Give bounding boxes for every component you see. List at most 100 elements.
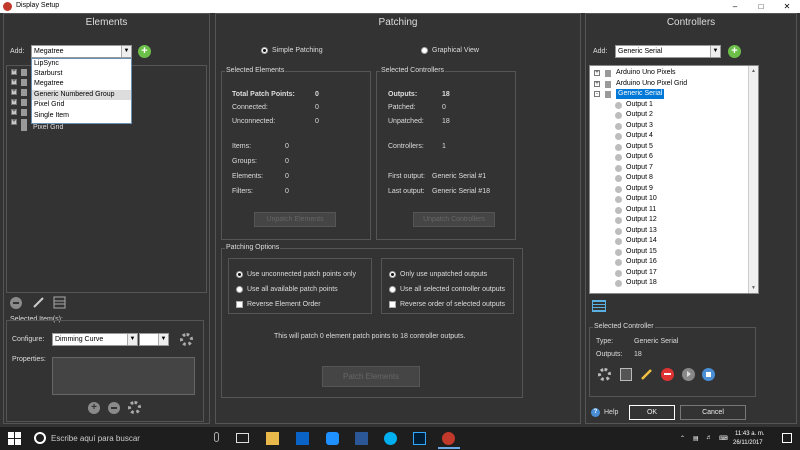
reverse-element-order-checkbox[interactable]	[236, 301, 243, 308]
output-tree-item[interactable]: Output 6	[626, 152, 653, 162]
close-button[interactable]: ✕	[774, 0, 800, 13]
chevron-down-icon[interactable]: ▼	[127, 334, 137, 345]
reverse-element-order-label[interactable]: Reverse Element Order	[247, 301, 321, 308]
all-available-label[interactable]: Use all available patch points	[247, 286, 338, 293]
output-tree-item[interactable]: Output 5	[626, 142, 653, 152]
scrollbar[interactable]: ▲ ▼	[748, 66, 758, 293]
controllers-tree[interactable]: ▲ ▼ + Arduino Uno Pixels + Arduino Uno Pixe…	[589, 65, 759, 294]
notifications-icon[interactable]	[782, 433, 792, 443]
expand-icon[interactable]: +	[11, 79, 17, 85]
dropdown-option[interactable]: Generic Numbered Group	[32, 90, 131, 100]
dropdown-option[interactable]: Pixel Grid	[32, 100, 131, 110]
all-selected-outputs-label[interactable]: Use all selected controller outputs	[400, 286, 505, 293]
edge-icon[interactable]	[326, 432, 339, 445]
pencil-icon[interactable]	[32, 296, 45, 309]
minimize-button[interactable]: –	[722, 0, 748, 13]
network-icon[interactable]: ▤	[693, 435, 699, 442]
expand-icon[interactable]: -	[594, 91, 600, 97]
controller-tree-item[interactable]: Generic Serial	[616, 89, 665, 99]
output-tree-item[interactable]: Output 14	[626, 236, 657, 246]
output-tree-item[interactable]: Output 2	[626, 110, 653, 120]
expand-icon[interactable]: +	[11, 119, 17, 125]
windows-start-icon[interactable]	[8, 432, 21, 445]
stop-icon[interactable]	[702, 368, 715, 381]
controllers-add-button[interactable]: +	[728, 45, 741, 58]
controller-tree-item[interactable]: Arduino Uno Pixel Grid	[616, 79, 687, 89]
gear-icon[interactable]	[128, 401, 141, 414]
all-available-radio[interactable]	[236, 286, 243, 293]
unpatch-controllers-button[interactable]: Unpatch Controllers	[413, 212, 495, 227]
output-tree-item[interactable]: Output 16	[626, 257, 657, 267]
configure-select[interactable]: Dimming Curve ▼	[52, 333, 138, 346]
configure-secondary-select[interactable]: ▼	[139, 333, 169, 346]
maximize-button[interactable]: □	[748, 0, 774, 13]
output-tree-item[interactable]: Output 18	[626, 278, 657, 288]
grid-icon[interactable]	[53, 296, 66, 309]
output-tree-item[interactable]: Output 9	[626, 184, 653, 194]
controllers-add-select[interactable]: Generic Serial ▼	[615, 45, 721, 58]
expand-icon[interactable]: +	[11, 69, 17, 75]
elements-add-select[interactable]: Megatree ▼	[31, 45, 132, 58]
clock-time[interactable]: 11:43 a. m.	[735, 431, 765, 437]
pencil-icon[interactable]	[640, 368, 653, 381]
chevron-down-icon[interactable]: ▼	[121, 46, 131, 57]
patch-elements-button[interactable]: Patch Elements	[322, 366, 420, 387]
reverse-outputs-label[interactable]: Reverse order of selected outputs	[400, 301, 505, 308]
simple-patching-radio[interactable]	[261, 47, 268, 54]
expand-icon[interactable]: +	[594, 70, 600, 76]
simple-patching-label[interactable]: Simple Patching	[272, 47, 323, 54]
reverse-outputs-checkbox[interactable]	[389, 301, 396, 308]
dropdown-option[interactable]: Starburst	[32, 69, 131, 79]
dropdown-option[interactable]: Megatree	[32, 79, 131, 89]
cancel-button[interactable]: Cancel	[680, 405, 746, 420]
cortana-icon[interactable]	[34, 432, 46, 444]
chevron-down-icon[interactable]: ▼	[710, 46, 720, 57]
all-selected-outputs-radio[interactable]	[389, 286, 396, 293]
photoshop-icon[interactable]	[413, 432, 426, 445]
expand-icon[interactable]: +	[11, 109, 17, 115]
gear-icon[interactable]	[598, 368, 611, 381]
tray-chevron-icon[interactable]: ⌃	[680, 435, 685, 442]
unconnected-only-label[interactable]: Use unconnected patch points only	[247, 271, 356, 278]
output-tree-item[interactable]: Output 12	[626, 215, 657, 225]
help-icon[interactable]: ?	[591, 408, 600, 417]
remove-property-icon[interactable]	[108, 402, 120, 414]
output-tree-item[interactable]: Output 13	[626, 226, 657, 236]
output-tree-item[interactable]: Output 15	[626, 247, 657, 257]
output-tree-item[interactable]: Output 8	[626, 173, 653, 183]
graphical-view-radio[interactable]	[421, 47, 428, 54]
taskbar-search[interactable]: Escribe aquí para buscar	[51, 434, 140, 443]
controller-tree-item[interactable]: Arduino Uno Pixels	[616, 68, 676, 78]
expand-icon[interactable]: +	[594, 80, 600, 87]
ok-button[interactable]: OK	[629, 405, 675, 420]
output-tree-item[interactable]: Output 1	[626, 100, 653, 110]
delete-icon[interactable]	[10, 297, 22, 309]
gear-icon[interactable]	[180, 333, 193, 346]
vixen-app-icon[interactable]	[442, 432, 455, 445]
unpatched-only-radio[interactable]	[389, 271, 396, 278]
dropdown-option[interactable]: Single Item	[32, 111, 131, 121]
unpatch-elements-button[interactable]: Unpatch Elements	[254, 212, 336, 227]
expand-icon[interactable]: +	[11, 89, 17, 95]
document-icon[interactable]	[620, 368, 632, 381]
controller-grid-icon[interactable]	[592, 300, 606, 312]
output-tree-item[interactable]: Output 3	[626, 121, 653, 131]
add-property-icon[interactable]: +	[88, 402, 100, 414]
skype-icon[interactable]	[384, 432, 397, 445]
play-icon[interactable]	[682, 368, 695, 381]
elements-add-button[interactable]: +	[138, 45, 151, 58]
chevron-down-icon[interactable]: ▼	[158, 334, 168, 345]
output-tree-item[interactable]: Output 11	[626, 205, 656, 215]
graphical-view-label[interactable]: Graphical View	[432, 47, 479, 54]
outlook-icon[interactable]	[296, 432, 309, 445]
volume-icon[interactable]: ♬	[706, 435, 712, 441]
task-view-icon[interactable]	[236, 433, 249, 443]
microphone-icon[interactable]	[214, 432, 219, 442]
output-tree-item[interactable]: Output 7	[626, 163, 653, 173]
output-tree-item[interactable]: Output 17	[626, 268, 657, 278]
file-explorer-icon[interactable]	[266, 432, 279, 445]
clock-date[interactable]: 26/11/2017	[733, 440, 763, 446]
dropdown-option[interactable]: LipSync	[32, 59, 131, 69]
tree-item[interactable]: Pixel Grid	[33, 123, 63, 133]
keyboard-icon[interactable]: ⌨	[719, 435, 728, 442]
